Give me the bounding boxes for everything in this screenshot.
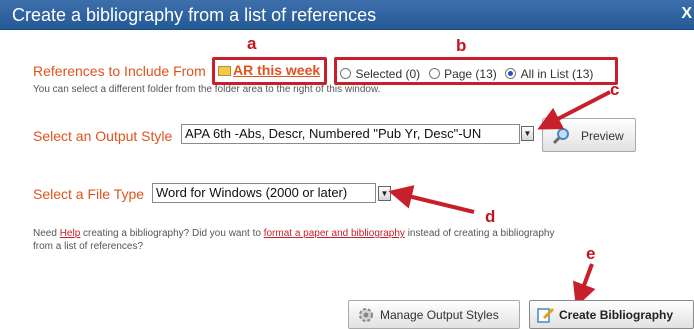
- create-bibliography-label: Create Bibliography: [559, 308, 674, 322]
- pencil-document-icon: [537, 307, 555, 323]
- arrow-d: [388, 185, 475, 214]
- manage-output-styles-label: Manage Output Styles: [380, 308, 499, 322]
- arrow-e: [572, 263, 596, 308]
- manage-output-styles-button[interactable]: Manage Output Styles: [348, 300, 520, 329]
- arrow-c: [537, 90, 611, 130]
- annotation-arrows: [388, 90, 611, 308]
- gear-icon: [359, 308, 373, 322]
- create-bibliography-button[interactable]: Create Bibliography: [529, 300, 694, 329]
